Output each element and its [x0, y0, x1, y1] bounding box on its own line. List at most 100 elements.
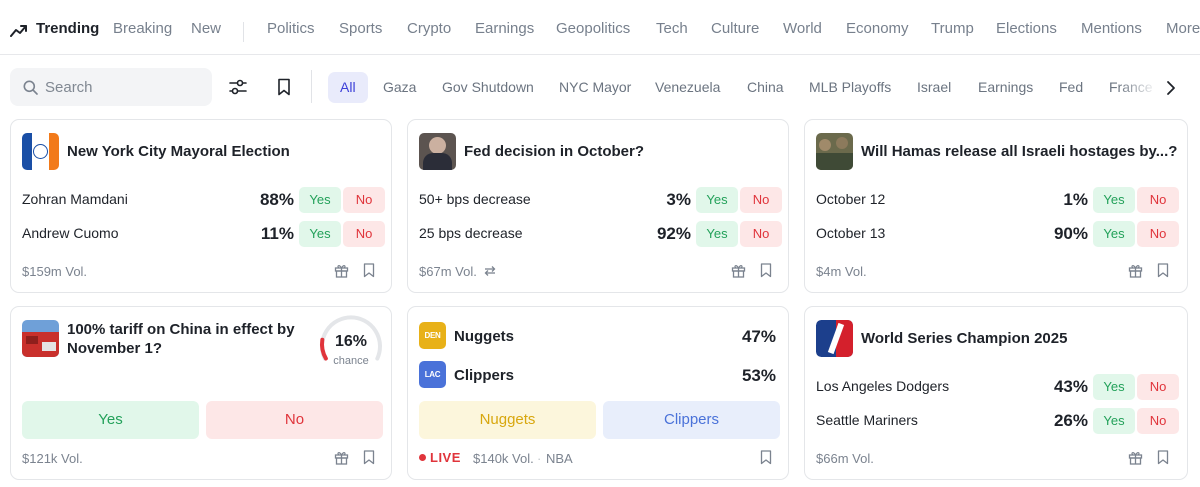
yes-button[interactable]: Yes: [696, 187, 738, 213]
yes-button[interactable]: Yes: [1093, 221, 1135, 247]
team-percent: 47%: [741, 327, 776, 346]
search-input[interactable]: Search: [10, 68, 212, 106]
bookmark-icon[interactable]: [760, 263, 772, 278]
chip-mlb-playoffs[interactable]: MLB Playoffs: [809, 79, 891, 95]
bookmark-icon[interactable]: [1157, 450, 1169, 465]
nav-new[interactable]: New: [191, 20, 221, 37]
bookmark-icon[interactable]: [363, 263, 375, 278]
gift-icon[interactable]: [731, 263, 746, 278]
chip-earnings[interactable]: Earnings: [978, 79, 1033, 95]
market-title[interactable]: World Series Champion 2025: [861, 329, 1067, 348]
no-button[interactable]: No: [740, 187, 782, 213]
yes-button[interactable]: Yes: [696, 221, 738, 247]
no-button[interactable]: No: [1137, 187, 1179, 213]
nav-world[interactable]: World: [783, 20, 822, 37]
chip-all[interactable]: All: [328, 72, 368, 103]
yes-button[interactable]: Yes: [299, 221, 341, 247]
nav-crypto[interactable]: Crypto: [407, 20, 451, 37]
gift-icon[interactable]: [1128, 450, 1143, 465]
outcome-percent: 43%: [1053, 377, 1088, 396]
volume-text: $140k Vol.: [473, 451, 534, 466]
outcome-label: Zohran Mamdani: [22, 191, 128, 207]
market-title-line: 100% tariff on China in effect by: [67, 321, 295, 338]
chevron-right-icon[interactable]: [1166, 80, 1176, 96]
outcome-label: 50+ bps decrease: [419, 191, 531, 207]
gift-icon[interactable]: [1128, 263, 1143, 278]
nav-tech[interactable]: Tech: [656, 20, 688, 37]
volume-text: $121k Vol.: [22, 451, 83, 466]
nyc-flag-thumbnail: [22, 133, 59, 170]
nav-politics[interactable]: Politics: [267, 20, 315, 37]
market-card-fed[interactable]: Fed decision in October? 50+ bps decreas…: [407, 119, 789, 293]
market-title[interactable]: New York City Mayoral Election: [67, 142, 290, 161]
outcome-label: October 12: [816, 191, 886, 207]
filter-divider: [311, 70, 312, 103]
chip-nyc-mayor[interactable]: NYC Mayor: [559, 79, 631, 95]
nav-geopolitics[interactable]: Geopolitics: [556, 20, 630, 37]
yes-button[interactable]: Yes: [1093, 408, 1135, 434]
market-title[interactable]: Will Hamas release all Israeli hostages …: [861, 142, 1177, 161]
trending-icon: [10, 25, 27, 37]
market-card-game[interactable]: DEN Nuggets 47% LAC Clippers 53% Nuggets…: [407, 306, 789, 480]
team-percent: 53%: [741, 366, 776, 385]
team-name: Nuggets: [454, 328, 514, 345]
buy-yes-button[interactable]: Yes: [22, 401, 199, 439]
market-card-world-series[interactable]: World Series Champion 2025 Los Angeles D…: [804, 306, 1188, 480]
buy-no-button[interactable]: No: [206, 401, 383, 439]
outcome-percent: 11%: [260, 224, 294, 243]
chip-gov-shutdown[interactable]: Gov Shutdown: [442, 79, 534, 95]
market-card-nyc[interactable]: New York City Mayoral Election Zohran Ma…: [10, 119, 392, 293]
bookmark-icon[interactable]: [1157, 263, 1169, 278]
chip-israel[interactable]: Israel: [917, 79, 951, 95]
nav-economy[interactable]: Economy: [846, 20, 909, 37]
nav-breaking[interactable]: Breaking: [113, 20, 172, 37]
no-button[interactable]: No: [343, 221, 385, 247]
buy-clippers-button[interactable]: Clippers: [603, 401, 780, 439]
no-button[interactable]: No: [1137, 374, 1179, 400]
gift-icon[interactable]: [334, 450, 349, 465]
buy-nuggets-button[interactable]: Nuggets: [419, 401, 596, 439]
gift-icon[interactable]: [334, 263, 349, 278]
search-icon: [23, 80, 38, 95]
nav-culture[interactable]: Culture: [711, 20, 759, 37]
bookmark-icon[interactable]: [277, 78, 291, 96]
outcome-label: October 13: [816, 225, 886, 241]
nav-trump[interactable]: Trump: [931, 20, 974, 37]
chip-fed[interactable]: Fed: [1059, 79, 1083, 95]
top-nav: Trending Breaking New Politics Sports Cr…: [0, 0, 1200, 55]
nav-sports[interactable]: Sports: [339, 20, 382, 37]
outcome-label: Andrew Cuomo: [22, 225, 119, 241]
outcome-percent: 1%: [1063, 190, 1088, 209]
nuggets-logo: DEN: [419, 322, 446, 349]
volume-text: $159m Vol.: [22, 264, 88, 279]
volume-text: $66m Vol.: [816, 451, 874, 466]
no-button[interactable]: No: [1137, 221, 1179, 247]
nav-earnings[interactable]: Earnings: [475, 20, 534, 37]
outcome-label: Seattle Mariners: [816, 412, 918, 428]
market-card-tariff[interactable]: 100% tariff on China in effect by Novemb…: [10, 306, 392, 480]
nav-divider: [243, 22, 244, 42]
chip-china[interactable]: China: [747, 79, 784, 95]
nav-trending[interactable]: Trending: [36, 20, 99, 37]
nav-elections[interactable]: Elections: [996, 20, 1057, 37]
volume-text: $4m Vol.: [816, 264, 867, 279]
no-button[interactable]: No: [1137, 408, 1179, 434]
market-card-hostages[interactable]: Will Hamas release all Israeli hostages …: [804, 119, 1188, 293]
no-button[interactable]: No: [740, 221, 782, 247]
nav-mentions[interactable]: Mentions: [1081, 20, 1142, 37]
separator-dot: ·: [537, 451, 542, 466]
filter-sliders-icon[interactable]: [229, 79, 247, 95]
yes-button[interactable]: Yes: [299, 187, 341, 213]
nav-more[interactable]: More: [1166, 20, 1200, 37]
market-title[interactable]: Fed decision in October?: [464, 142, 644, 161]
yes-button[interactable]: Yes: [1093, 374, 1135, 400]
yes-button[interactable]: Yes: [1093, 187, 1135, 213]
outcome-percent: 90%: [1053, 224, 1088, 243]
bookmark-icon[interactable]: [363, 450, 375, 465]
bookmark-icon[interactable]: [760, 450, 772, 465]
no-button[interactable]: No: [343, 187, 385, 213]
chip-venezuela[interactable]: Venezuela: [655, 79, 720, 95]
chip-gaza[interactable]: Gaza: [383, 79, 416, 95]
clippers-logo: LAC: [419, 361, 446, 388]
market-title[interactable]: 100% tariff on China in effect by Novemb…: [67, 320, 295, 358]
